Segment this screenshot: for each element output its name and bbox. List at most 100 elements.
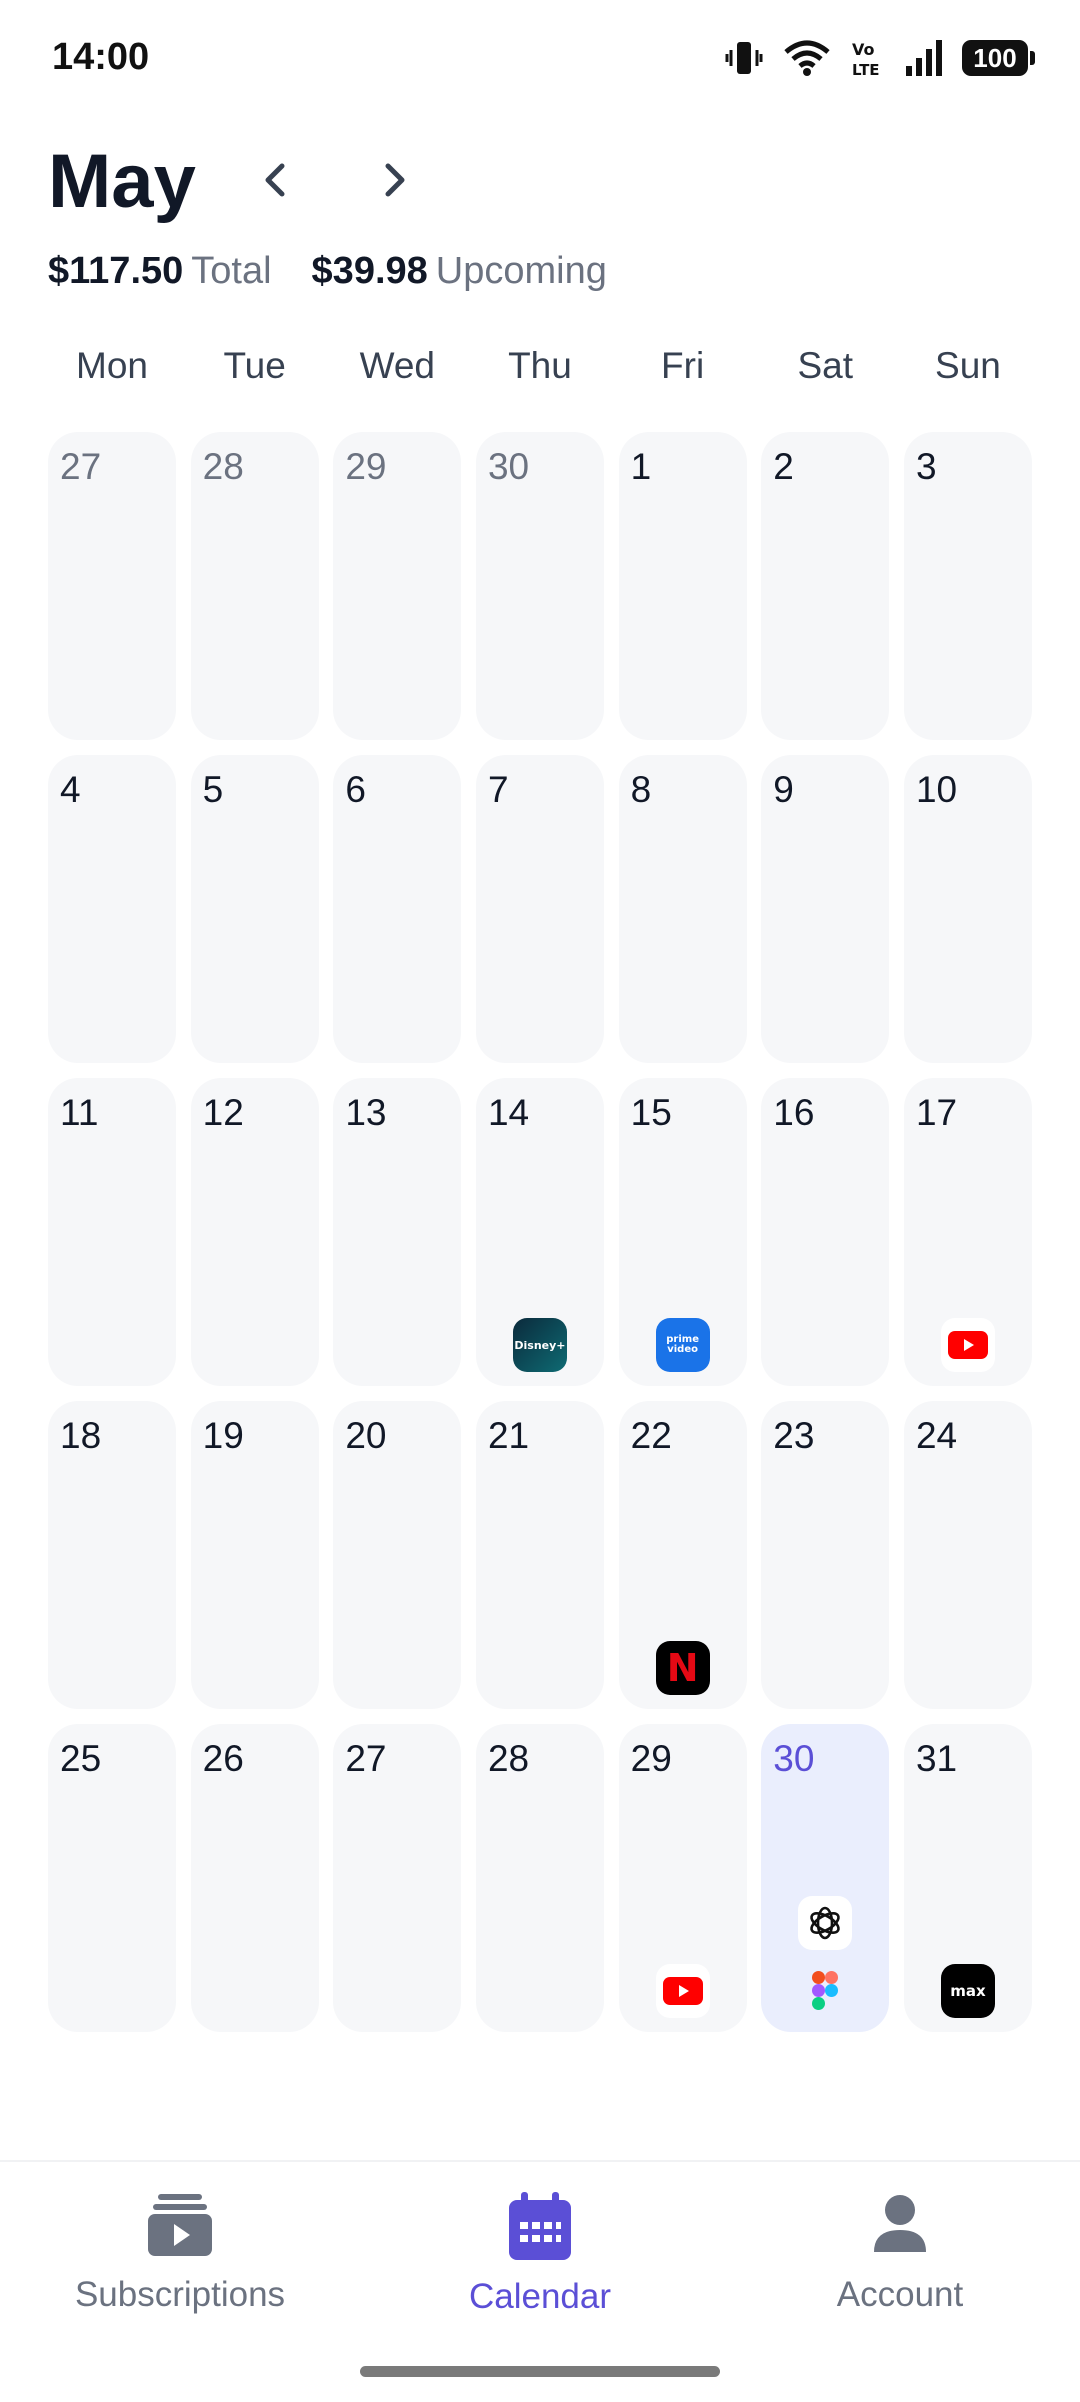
- calendar-day[interactable]: 7: [475, 755, 604, 1063]
- status-time: 14:00: [52, 36, 150, 78]
- next-month-button[interactable]: [365, 150, 425, 210]
- calendar-day[interactable]: 17: [903, 1078, 1032, 1386]
- upcoming-label: Upcoming: [435, 250, 607, 292]
- weekday-label: Wed: [359, 345, 436, 386]
- day-number: 10: [915, 769, 958, 810]
- calendar-day[interactable]: 29: [618, 1724, 747, 2032]
- day-number: 22: [630, 1415, 672, 1456]
- weekday-label: Thu: [508, 345, 572, 386]
- calendar-week-row: 18 19 20 21 22 N 23 24: [48, 1401, 1032, 1709]
- weekday-label: Fri: [661, 345, 705, 386]
- nav-calendar[interactable]: Calendar: [360, 2192, 720, 2317]
- day-number: 1: [630, 446, 652, 487]
- svg-text:Vo: Vo: [852, 40, 875, 59]
- calendar-day[interactable]: 27: [333, 1724, 462, 2032]
- calendar-day[interactable]: 31 max: [903, 1724, 1032, 2032]
- calendar-day[interactable]: 2: [761, 432, 890, 740]
- total-amount: $117.50: [48, 250, 184, 292]
- subscription-icons: [904, 1318, 1032, 1372]
- calendar-week-row: 11 12 13 14 Disney+ 15 prime video 16 17: [48, 1078, 1032, 1386]
- upcoming-amount: $39.98: [311, 250, 428, 292]
- day-number: 25: [60, 1738, 102, 1779]
- calendar-day[interactable]: 12: [190, 1078, 319, 1386]
- signal-icon: [906, 40, 942, 76]
- calendar-day-today[interactable]: 30: [761, 1724, 890, 2032]
- calendar-day[interactable]: 5: [190, 755, 319, 1063]
- calendar-day[interactable]: 15 prime video: [618, 1078, 747, 1386]
- calendar-grid: 27 28 29 30 1 2 3 4 5 6 7 8 9 10 11 12 13 14 Disney+ 15 prim…: [48, 432, 1032, 2047]
- day-number: 13: [345, 1092, 387, 1133]
- vibrate-icon: [725, 42, 763, 74]
- day-number: 20: [345, 1415, 387, 1456]
- prime-video-icon[interactable]: prime video: [655, 1318, 710, 1372]
- day-number: 27: [345, 1738, 387, 1779]
- calendar-day[interactable]: 13: [333, 1078, 462, 1386]
- day-number: 2: [773, 446, 794, 487]
- day-number: 3: [915, 446, 937, 487]
- figma-icon[interactable]: [798, 1964, 852, 2018]
- nav-subscriptions-label: Subscriptions: [74, 2275, 286, 2314]
- nav-subscriptions[interactable]: Subscriptions: [0, 2192, 360, 2315]
- day-number: 29: [630, 1738, 672, 1779]
- wifi-icon: [784, 40, 830, 76]
- disney-plus-icon[interactable]: Disney+: [512, 1318, 567, 1372]
- day-number: 18: [60, 1415, 102, 1456]
- chevron-right-icon: [385, 163, 405, 197]
- status-icons: Vo LTE 100: [724, 38, 1035, 78]
- youtube-icon[interactable]: [655, 1964, 710, 2018]
- calendar-day[interactable]: 14 Disney+: [475, 1078, 604, 1386]
- calendar-day[interactable]: 24: [903, 1401, 1032, 1709]
- calendar-day[interactable]: 18: [48, 1401, 176, 1709]
- calendar-week-row: 27 28 29 30 1 2 3: [48, 432, 1032, 740]
- calendar-icon: [509, 2192, 571, 2260]
- day-number: 24: [915, 1415, 958, 1456]
- day-number: 9: [773, 769, 794, 810]
- calendar-day[interactable]: 3: [903, 432, 1032, 740]
- previous-month-button[interactable]: [245, 150, 305, 210]
- chevron-left-icon: [265, 163, 285, 197]
- calendar-day[interactable]: 9: [761, 755, 890, 1063]
- day-number: 26: [202, 1738, 244, 1779]
- subscription-icons: N: [619, 1641, 747, 1695]
- nav-account[interactable]: Account: [720, 2192, 1080, 2315]
- netflix-icon[interactable]: N: [655, 1641, 710, 1695]
- calendar-day[interactable]: 28: [190, 432, 319, 740]
- day-number: 15: [630, 1092, 672, 1133]
- calendar-day[interactable]: 10: [903, 755, 1032, 1063]
- calendar-day[interactable]: 30: [475, 432, 604, 740]
- calendar-day[interactable]: 1: [618, 432, 747, 740]
- day-number: 14: [487, 1092, 530, 1133]
- calendar-day[interactable]: 27: [48, 432, 176, 740]
- subscription-icons: Disney+: [476, 1318, 604, 1372]
- battery-icon: 100: [962, 40, 1035, 76]
- day-number: 12: [202, 1092, 244, 1133]
- calendar-day[interactable]: 29: [333, 432, 462, 740]
- person-icon: [874, 2195, 926, 2252]
- calendar-day[interactable]: 6: [333, 755, 462, 1063]
- calendar-day[interactable]: 8: [618, 755, 747, 1063]
- calendar-day[interactable]: 11: [48, 1078, 176, 1386]
- calendar-day[interactable]: 4: [48, 755, 176, 1063]
- calendar-day[interactable]: 19: [190, 1401, 319, 1709]
- spending-summary: $117.50 Total $39.98 Upcoming: [48, 250, 607, 293]
- calendar-day[interactable]: 25: [48, 1724, 176, 2032]
- calendar-day[interactable]: 16: [761, 1078, 890, 1386]
- nav-calendar-label: Calendar: [468, 2277, 612, 2316]
- openai-icon[interactable]: [798, 1896, 853, 1950]
- subscription-icons: [761, 1896, 889, 2018]
- youtube-icon[interactable]: [940, 1318, 995, 1372]
- calendar-day[interactable]: 23: [761, 1401, 890, 1709]
- day-number: 30: [487, 446, 530, 487]
- calendar-day[interactable]: 22 N: [618, 1401, 747, 1709]
- calendar-day[interactable]: 20: [333, 1401, 462, 1709]
- calendar-day[interactable]: 21: [475, 1401, 604, 1709]
- calendar-day[interactable]: 26: [190, 1724, 319, 2032]
- calendar-day[interactable]: 28: [475, 1724, 604, 2032]
- subscription-icons: [619, 1964, 747, 2018]
- max-icon[interactable]: max: [940, 1964, 995, 2018]
- home-indicator[interactable]: [360, 2366, 720, 2377]
- total-label: Total: [191, 250, 272, 292]
- volte-icon: Vo LTE: [852, 40, 880, 78]
- weekday-label: Sun: [935, 345, 1001, 386]
- weekday-label: Mon: [76, 345, 148, 386]
